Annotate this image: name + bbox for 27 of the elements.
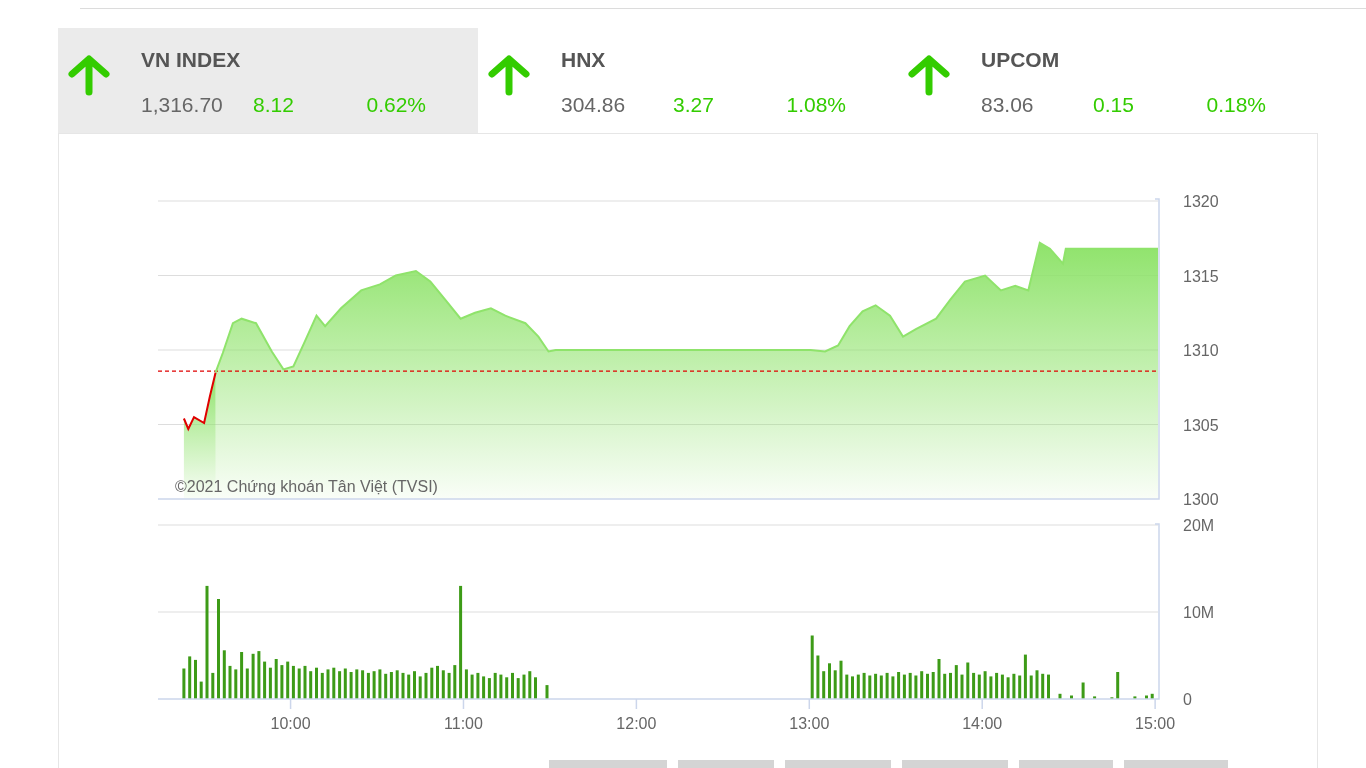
copyright-text: ©2021 Chứng khoán Tân Việt (TVSI) (175, 478, 438, 495)
axis-label: 1315 (1183, 267, 1219, 285)
percent-change: 0.62% (365, 93, 426, 117)
axis-label: 20M (1183, 519, 1215, 534)
index-name: UPCOM (981, 48, 1061, 72)
axis-label: 13:00 (789, 715, 830, 732)
change-value: 8.12 (253, 93, 295, 117)
change-value: 0.15 (1093, 93, 1135, 117)
axis-label: 1300 (1183, 491, 1219, 508)
axis-label: 1305 (1183, 416, 1219, 434)
axis-label: 10:00 (270, 715, 311, 732)
axis-label: 11:00 (444, 715, 483, 732)
axis-label: 12:00 (616, 715, 657, 732)
axis-label: 1310 (1183, 342, 1219, 359)
axis-label: 15:00 (1135, 715, 1176, 732)
percent-change: 1.08% (785, 93, 846, 117)
percent-change: 0.18% (1205, 93, 1266, 117)
axis-label: 10M (1183, 604, 1215, 621)
axis-label: 14:00 (962, 715, 1003, 732)
axis-label: 1320 (1183, 193, 1219, 210)
change-value: 3.27 (673, 93, 715, 117)
index-value: 304.86 (561, 93, 627, 117)
index-name: HNX (561, 48, 607, 72)
axis-label: 0 (1183, 691, 1192, 708)
index-name: VN INDEX (141, 48, 242, 72)
index-value: 83.06 (981, 93, 1035, 117)
index-value: 1,316.70 (141, 93, 224, 117)
